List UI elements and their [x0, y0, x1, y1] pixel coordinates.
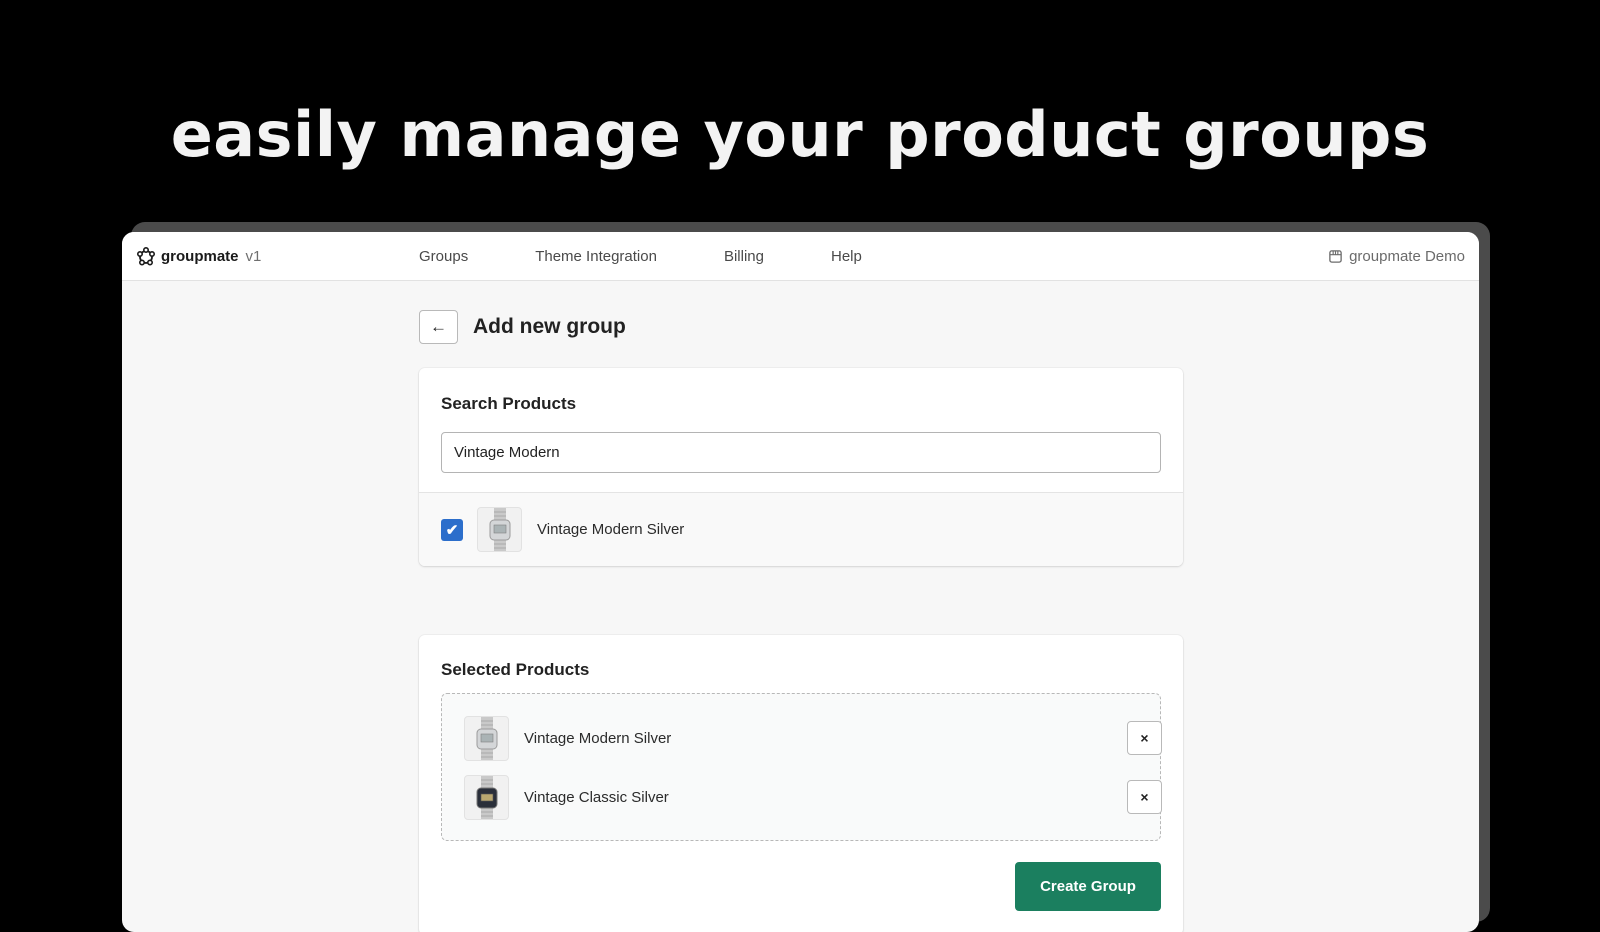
result-checkbox[interactable]: ✔ [441, 518, 463, 541]
back-button[interactable]: ← [419, 310, 458, 344]
product-thumbnail [464, 716, 509, 761]
brand-version: v1 [245, 248, 262, 265]
brand[interactable]: groupmate v1 [136, 232, 261, 281]
nav-item-groups[interactable]: Groups [419, 248, 468, 265]
search-result-row[interactable]: ✔ Vintage Modern Silver [419, 492, 1183, 566]
marketing-headline: easily manage your product groups [170, 98, 1430, 171]
brand-name: groupmate [161, 248, 239, 265]
product-thumbnail [477, 507, 522, 552]
silver-watch-icon [476, 717, 497, 760]
selected-products-title: Selected Products [441, 660, 590, 679]
search-products-card: Search Products ✔ Vintage Modern Silver [419, 368, 1183, 566]
remove-product-button[interactable]: × [1127, 721, 1162, 755]
selected-product-row: Vintage Classic Silver × [464, 775, 1162, 820]
selected-product-name: Vintage Modern Silver [524, 730, 672, 747]
app-window: groupmate v1 Groups Theme Integration Bi… [122, 232, 1479, 932]
nav-item-theme-integration[interactable]: Theme Integration [535, 248, 657, 265]
nav-item-billing[interactable]: Billing [724, 248, 764, 265]
create-group-button[interactable]: Create Group [1015, 862, 1161, 911]
search-products-title: Search Products [441, 394, 577, 413]
black-face-watch-icon [476, 776, 497, 819]
result-product-name: Vintage Modern Silver [537, 521, 685, 538]
nav-item-help[interactable]: Help [831, 248, 862, 265]
page-title: Add new group [473, 315, 626, 338]
silver-watch-icon [489, 508, 510, 551]
selected-product-row: Vintage Modern Silver × [464, 716, 1162, 761]
selected-products-card: Selected Products Vintage Modern Silver … [419, 635, 1183, 932]
search-input[interactable] [441, 432, 1161, 473]
top-navigation-bar: groupmate v1 Groups Theme Integration Bi… [122, 232, 1479, 281]
remove-product-button[interactable]: × [1127, 780, 1162, 814]
selected-product-name: Vintage Classic Silver [524, 789, 669, 806]
main-nav: Groups Theme Integration Billing Help [419, 232, 929, 281]
selected-products-list: Vintage Modern Silver × Vintage Classic … [441, 693, 1162, 841]
store-selector[interactable]: groupmate Demo [1328, 232, 1465, 281]
store-name: groupmate Demo [1349, 248, 1465, 265]
store-icon [1329, 250, 1342, 263]
product-thumbnail [464, 775, 509, 820]
groupmate-logo-icon [136, 246, 156, 266]
page-header: ← Add new group [419, 310, 626, 344]
